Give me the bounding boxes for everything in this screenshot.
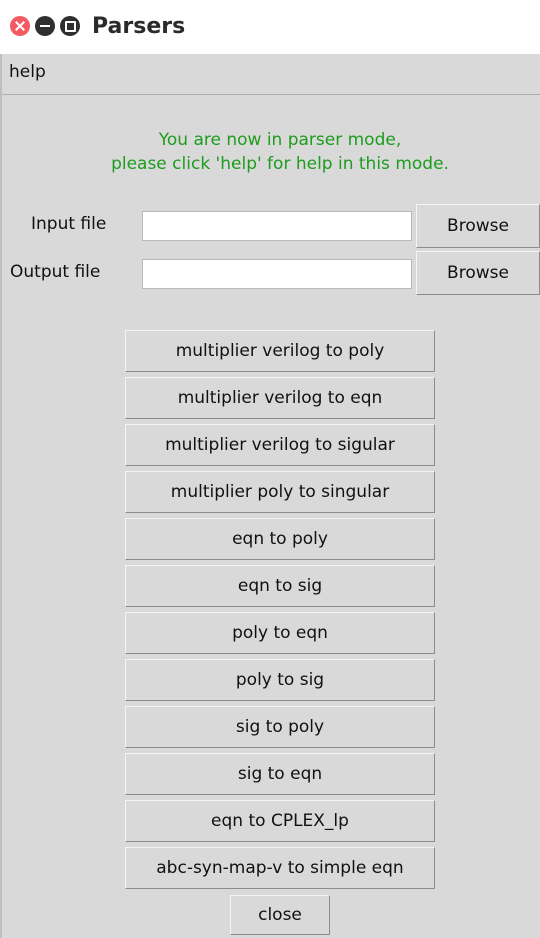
input-file-field[interactable] bbox=[142, 211, 412, 241]
parser-button[interactable]: multiplier verilog to eqn bbox=[125, 377, 435, 419]
parsers-window: Parsers help You are now in parser mode,… bbox=[0, 0, 540, 938]
maximize-window-icon[interactable] bbox=[60, 16, 80, 36]
window-left-border bbox=[0, 54, 2, 938]
parser-button[interactable]: multiplier verilog to poly bbox=[125, 330, 435, 372]
close-button[interactable]: close bbox=[230, 895, 330, 935]
parser-button[interactable]: poly to eqn bbox=[125, 612, 435, 654]
output-browse-button[interactable]: Browse bbox=[416, 251, 540, 295]
parser-button[interactable]: eqn to sig bbox=[125, 565, 435, 607]
mode-message-line2: please click 'help' for help in this mod… bbox=[111, 154, 449, 174]
parser-button[interactable]: eqn to CPLEX_lp bbox=[125, 800, 435, 842]
parser-button[interactable]: multiplier poly to singular bbox=[125, 471, 435, 513]
output-file-label: Output file bbox=[10, 262, 101, 282]
minimize-window-icon[interactable] bbox=[35, 16, 55, 36]
parser-button-list: multiplier verilog to poly multiplier ve… bbox=[125, 330, 435, 894]
window-title: Parsers bbox=[92, 14, 186, 39]
mode-message: You are now in parser mode, please click… bbox=[40, 128, 520, 176]
output-file-field[interactable] bbox=[142, 259, 412, 289]
title-bar: Parsers bbox=[0, 0, 540, 54]
close-window-icon[interactable] bbox=[10, 16, 30, 36]
parser-button[interactable]: sig to eqn bbox=[125, 753, 435, 795]
parser-button[interactable]: multiplier verilog to sigular bbox=[125, 424, 435, 466]
menu-bar: help bbox=[0, 54, 540, 95]
input-browse-button[interactable]: Browse bbox=[416, 204, 540, 248]
parser-button[interactable]: eqn to poly bbox=[125, 518, 435, 560]
parser-button[interactable]: poly to sig bbox=[125, 659, 435, 701]
input-file-label: Input file bbox=[31, 214, 107, 234]
mode-message-line1: You are now in parser mode, bbox=[158, 130, 402, 150]
menu-help[interactable]: help bbox=[9, 62, 46, 82]
parser-button[interactable]: abc-syn-map-v to simple eqn bbox=[125, 847, 435, 889]
parser-button[interactable]: sig to poly bbox=[125, 706, 435, 748]
